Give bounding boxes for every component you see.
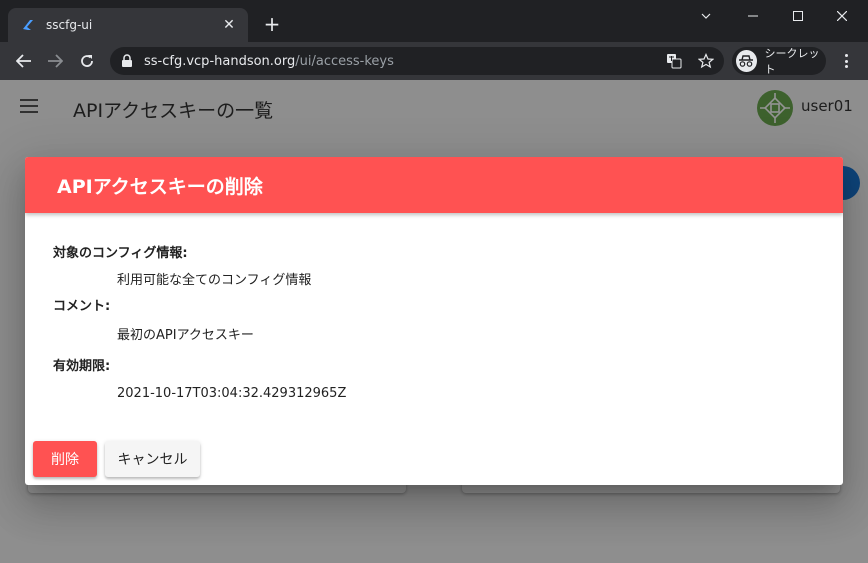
delete-button[interactable]: 削除 xyxy=(33,441,97,477)
forward-icon[interactable] xyxy=(43,49,67,73)
new-tab-icon[interactable]: + xyxy=(262,14,282,34)
incognito-icon xyxy=(736,50,757,72)
close-window-icon[interactable] xyxy=(820,0,864,32)
browser-tabstrip: sscfg-ui ✕ + xyxy=(0,0,868,42)
bookmark-star-icon[interactable] xyxy=(698,53,714,69)
browser-tab[interactable]: sscfg-ui ✕ xyxy=(8,8,248,42)
cancel-button[interactable]: キャンセル xyxy=(105,441,200,477)
browser-toolbar: ss-cfg.vcp-handson.org/ui/access-keys シー… xyxy=(0,42,868,80)
lock-icon xyxy=(122,54,132,67)
url-path: /ui/access-keys xyxy=(295,53,394,69)
dialog-header: APIアクセスキーの削除 xyxy=(25,157,843,213)
browser-menu-icon[interactable] xyxy=(838,52,854,70)
config-scope-value: 利用可能な全てのコンフィグ情報 xyxy=(117,273,312,288)
config-scope-label: 対象のコンフィグ情報: xyxy=(53,246,188,261)
maximize-icon[interactable] xyxy=(776,0,820,32)
reload-icon[interactable] xyxy=(75,49,99,73)
incognito-indicator[interactable]: シークレット xyxy=(732,47,826,76)
comment-value: 最初のAPIアクセスキー xyxy=(117,328,254,343)
translate-icon[interactable] xyxy=(666,53,682,69)
minimize-icon[interactable] xyxy=(731,0,775,32)
address-bar[interactable]: ss-cfg.vcp-handson.org/ui/access-keys xyxy=(110,47,724,75)
back-icon[interactable] xyxy=(12,49,36,73)
site-favicon-icon xyxy=(23,20,33,30)
tab-search-icon[interactable] xyxy=(684,0,728,32)
incognito-label: シークレット xyxy=(764,47,820,76)
expiry-value: 2021-10-17T03:04:32.429312965Z xyxy=(117,386,347,401)
delete-dialog: APIアクセスキーの削除 対象のコンフィグ情報: 利用可能な全てのコンフィグ情報… xyxy=(25,157,843,485)
expiry-label: 有効期限: xyxy=(53,359,111,374)
comment-label: コメント: xyxy=(53,299,111,314)
tab-close-icon[interactable]: ✕ xyxy=(220,17,238,33)
url-host: ss-cfg.vcp-handson.org xyxy=(144,53,296,69)
tab-title: sscfg-ui xyxy=(46,18,93,32)
dialog-title: APIアクセスキーの削除 xyxy=(57,176,263,198)
